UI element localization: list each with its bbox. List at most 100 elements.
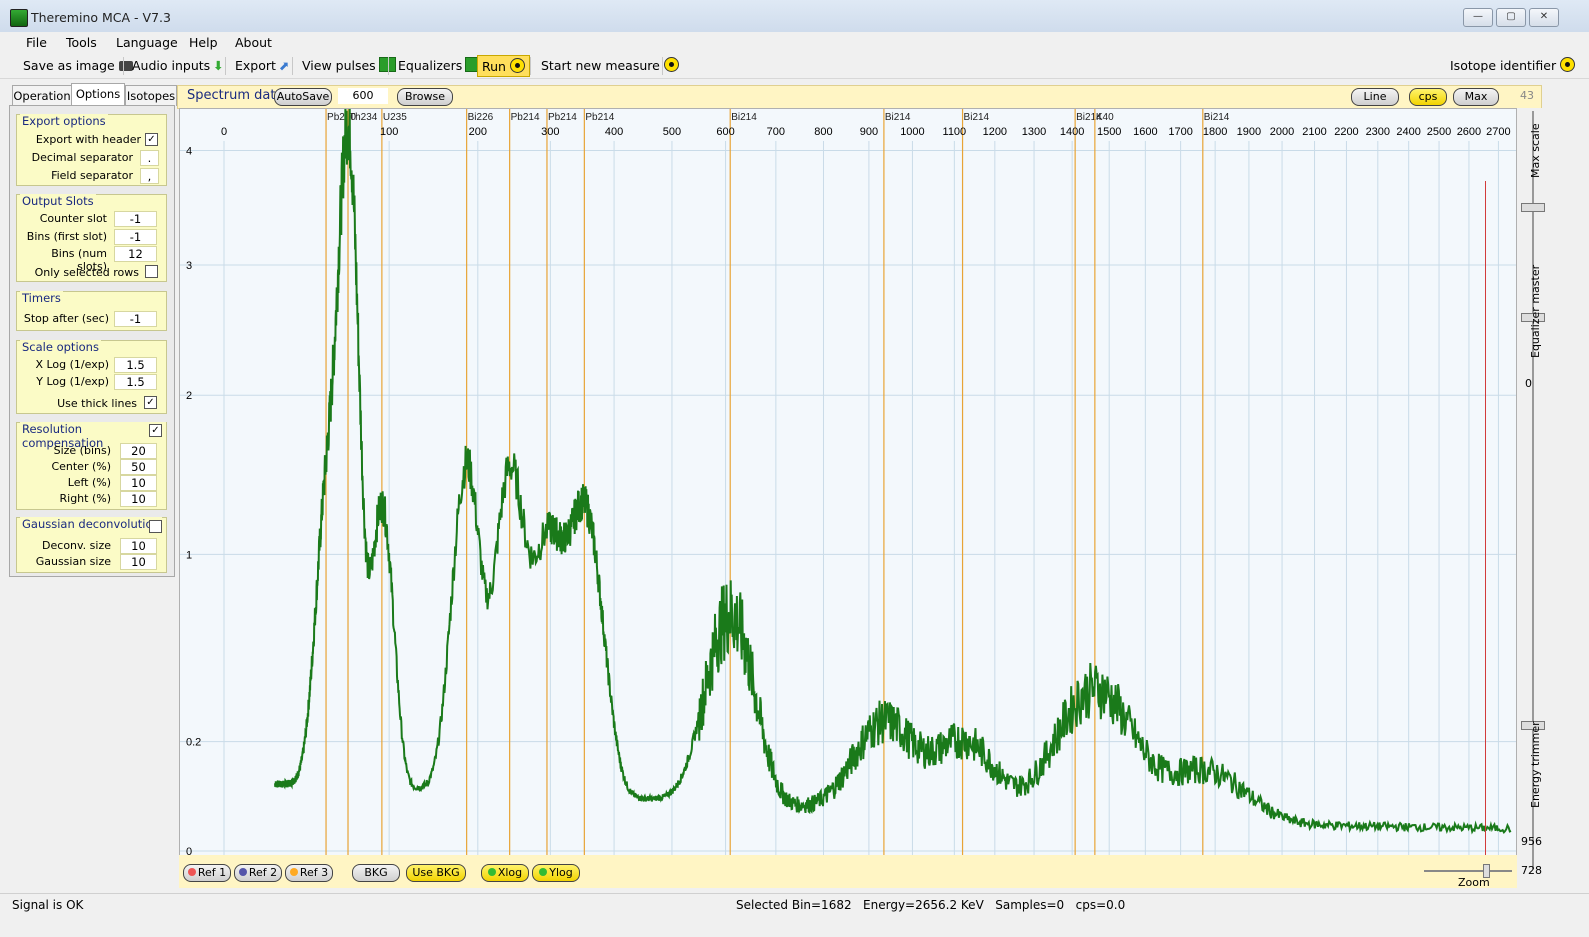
stop-after-field[interactable]: -1 bbox=[114, 311, 157, 327]
bottom-bar: Ref 1 Ref 2 Ref 3 BKG Use BKG Xlog Ylog … bbox=[179, 855, 1517, 889]
y-tick-label: 0.2 bbox=[186, 737, 201, 749]
save-as-image-button[interactable]: Save as image bbox=[19, 55, 137, 77]
equalizer-master-value: 0 bbox=[1525, 377, 1532, 390]
ref1-label: Ref 1 bbox=[197, 866, 227, 879]
run-button[interactable]: Run bbox=[477, 55, 530, 77]
start-new-measure-button[interactable]: Start new measure bbox=[537, 55, 683, 77]
xlog-led-icon bbox=[487, 868, 496, 876]
deconv-size-label: Deconv. size bbox=[42, 539, 111, 552]
minimize-button[interactable]: — bbox=[1463, 8, 1493, 27]
tab-isotopes[interactable]: Isotopes bbox=[125, 85, 177, 106]
group-title: Scale options bbox=[20, 340, 101, 354]
gaussian-deconvolution-checkbox[interactable] bbox=[149, 520, 162, 533]
cps-button[interactable]: cps bbox=[1409, 88, 1447, 106]
browse-button[interactable]: Browse bbox=[397, 88, 453, 106]
xlog-label: Xlog bbox=[497, 866, 523, 879]
bkg-button[interactable]: BKG bbox=[352, 864, 400, 882]
tab-options[interactable]: Options bbox=[71, 83, 125, 107]
x-tick-label: 400 bbox=[605, 126, 623, 138]
zoom-value: 728 bbox=[1521, 864, 1542, 877]
deconv-size-field[interactable]: 10 bbox=[120, 538, 157, 554]
ylog-button[interactable]: Ylog bbox=[532, 864, 580, 882]
equalizer-master-label: Equalizer master bbox=[1529, 264, 1542, 358]
bins-first-slot-label: Bins (first slot) bbox=[26, 230, 107, 243]
spectrum-plot[interactable]: Pb210 Th234 U235 Bi226 Pb214 Pb214 Pb214 Bi214 B… bbox=[179, 99, 1517, 858]
timers-group: Timers Stop after (sec) -1 bbox=[16, 291, 167, 331]
only-selected-rows-checkbox[interactable] bbox=[145, 265, 158, 278]
center-percent-field[interactable]: 50 bbox=[120, 459, 157, 475]
center-percent-label: Center (%) bbox=[51, 460, 111, 473]
radiation-icon bbox=[509, 58, 525, 73]
bins-first-slot-field[interactable]: -1 bbox=[114, 229, 157, 245]
use-bkg-button[interactable]: Use BKG bbox=[406, 864, 466, 882]
resolution-compensation-checkbox[interactable]: ✓ bbox=[149, 424, 162, 437]
isotope-label: Bi226 bbox=[468, 112, 494, 123]
x-tick-label: 100 bbox=[380, 126, 398, 138]
start-new-measure-label: Start new measure bbox=[541, 58, 660, 73]
ylog-led-icon bbox=[539, 868, 548, 876]
radiation-icon bbox=[1560, 57, 1576, 72]
line-button[interactable]: Line bbox=[1351, 88, 1399, 106]
max-button[interactable]: Max bbox=[1453, 88, 1499, 106]
x-tick-label: 2600 bbox=[1457, 126, 1481, 138]
export-with-header-checkbox[interactable]: ✓ bbox=[145, 133, 158, 146]
x-tick-label: 1100 bbox=[943, 126, 967, 138]
autosave-button[interactable]: AutoSave bbox=[274, 88, 332, 106]
right-percent-field[interactable]: 10 bbox=[120, 491, 157, 507]
decimal-separator-field[interactable]: . bbox=[140, 150, 159, 166]
autosave-interval-field[interactable]: 600 bbox=[338, 88, 388, 104]
x-tick-label: 1800 bbox=[1203, 126, 1227, 138]
y-log-field[interactable]: 1.5 bbox=[114, 374, 157, 390]
x-tick-label: 2100 bbox=[1302, 126, 1326, 138]
export-icon: ⬈ bbox=[278, 58, 290, 73]
toolbar-divider bbox=[530, 57, 531, 75]
field-separator-field[interactable]: , bbox=[140, 168, 159, 184]
size-bins-field[interactable]: 20 bbox=[120, 443, 157, 459]
stop-after-label: Stop after (sec) bbox=[23, 312, 109, 325]
y-tick-label: 1 bbox=[186, 549, 192, 561]
gaussian-deconvolution-group: Gaussian deconvolution Deconv. size 10 G… bbox=[16, 517, 167, 573]
zoom-label: Zoom bbox=[1458, 876, 1490, 889]
gaussian-size-field[interactable]: 10 bbox=[120, 554, 157, 570]
chart-ticks: 0 100 200 300 400 500 600 700 800 900 1000 1100 1200… bbox=[186, 126, 1511, 858]
export-options-group: Export options Export with header ✓ Deci… bbox=[16, 114, 167, 186]
x-tick-label: 2000 bbox=[1270, 126, 1294, 138]
left-percent-field[interactable]: 10 bbox=[120, 475, 157, 491]
close-button[interactable]: ✕ bbox=[1529, 8, 1559, 27]
menu-language[interactable]: Language bbox=[116, 35, 178, 50]
counter-slot-label: Counter slot bbox=[39, 212, 107, 225]
export-button[interactable]: Export ⬈ bbox=[231, 55, 293, 77]
ref2-button[interactable]: Ref 2 bbox=[234, 864, 282, 882]
menu-help[interactable]: Help bbox=[189, 35, 218, 50]
isotope-lines: Pb210Th234 U235 Bi226 Pb214 Pb214 Pb214 Bi214 B… bbox=[325, 109, 1230, 855]
use-thick-lines-checkbox[interactable]: ✓ bbox=[144, 396, 157, 409]
y-tick-label: 4 bbox=[186, 146, 192, 158]
xlog-button[interactable]: Xlog bbox=[481, 864, 529, 882]
size-bins-label: Size (bins) bbox=[53, 444, 111, 457]
x-log-field[interactable]: 1.5 bbox=[114, 357, 157, 373]
tab-operation[interactable]: Operation bbox=[12, 85, 72, 106]
view-pulses-label: View pulses bbox=[302, 58, 376, 73]
green-arrow-down-icon: ⬇ bbox=[213, 58, 224, 73]
x-tick-label: 700 bbox=[767, 126, 785, 138]
x-tick-label: 2700 bbox=[1486, 126, 1510, 138]
max-scale-slider-thumb[interactable] bbox=[1521, 203, 1545, 212]
decimal-separator-label: Decimal separator bbox=[31, 151, 133, 164]
view-pulses-button[interactable]: View pulses bbox=[298, 55, 400, 77]
equalizers-button[interactable]: Equalizers bbox=[394, 55, 486, 77]
audio-inputs-button[interactable]: Audio inputs ⬇ bbox=[128, 55, 228, 77]
ref3-button[interactable]: Ref 3 bbox=[285, 864, 333, 882]
y-tick-label: 0 bbox=[186, 846, 192, 855]
isotope-identifier-button[interactable]: Isotope identifier bbox=[1446, 55, 1579, 77]
zoom-slider-track[interactable] bbox=[1424, 870, 1512, 872]
isotope-label: Pb214 bbox=[511, 112, 540, 123]
menu-about[interactable]: About bbox=[235, 35, 272, 50]
menu-tools[interactable]: Tools bbox=[66, 35, 97, 50]
ref2-led-icon bbox=[238, 868, 247, 876]
counter-slot-field[interactable]: -1 bbox=[114, 211, 157, 227]
maximize-button[interactable]: ▢ bbox=[1496, 8, 1526, 27]
ref1-button[interactable]: Ref 1 bbox=[183, 864, 231, 882]
bins-num-slots-field[interactable]: 12 bbox=[114, 246, 157, 262]
y-tick-label: 2 bbox=[186, 390, 192, 402]
menu-file[interactable]: File bbox=[26, 35, 47, 50]
